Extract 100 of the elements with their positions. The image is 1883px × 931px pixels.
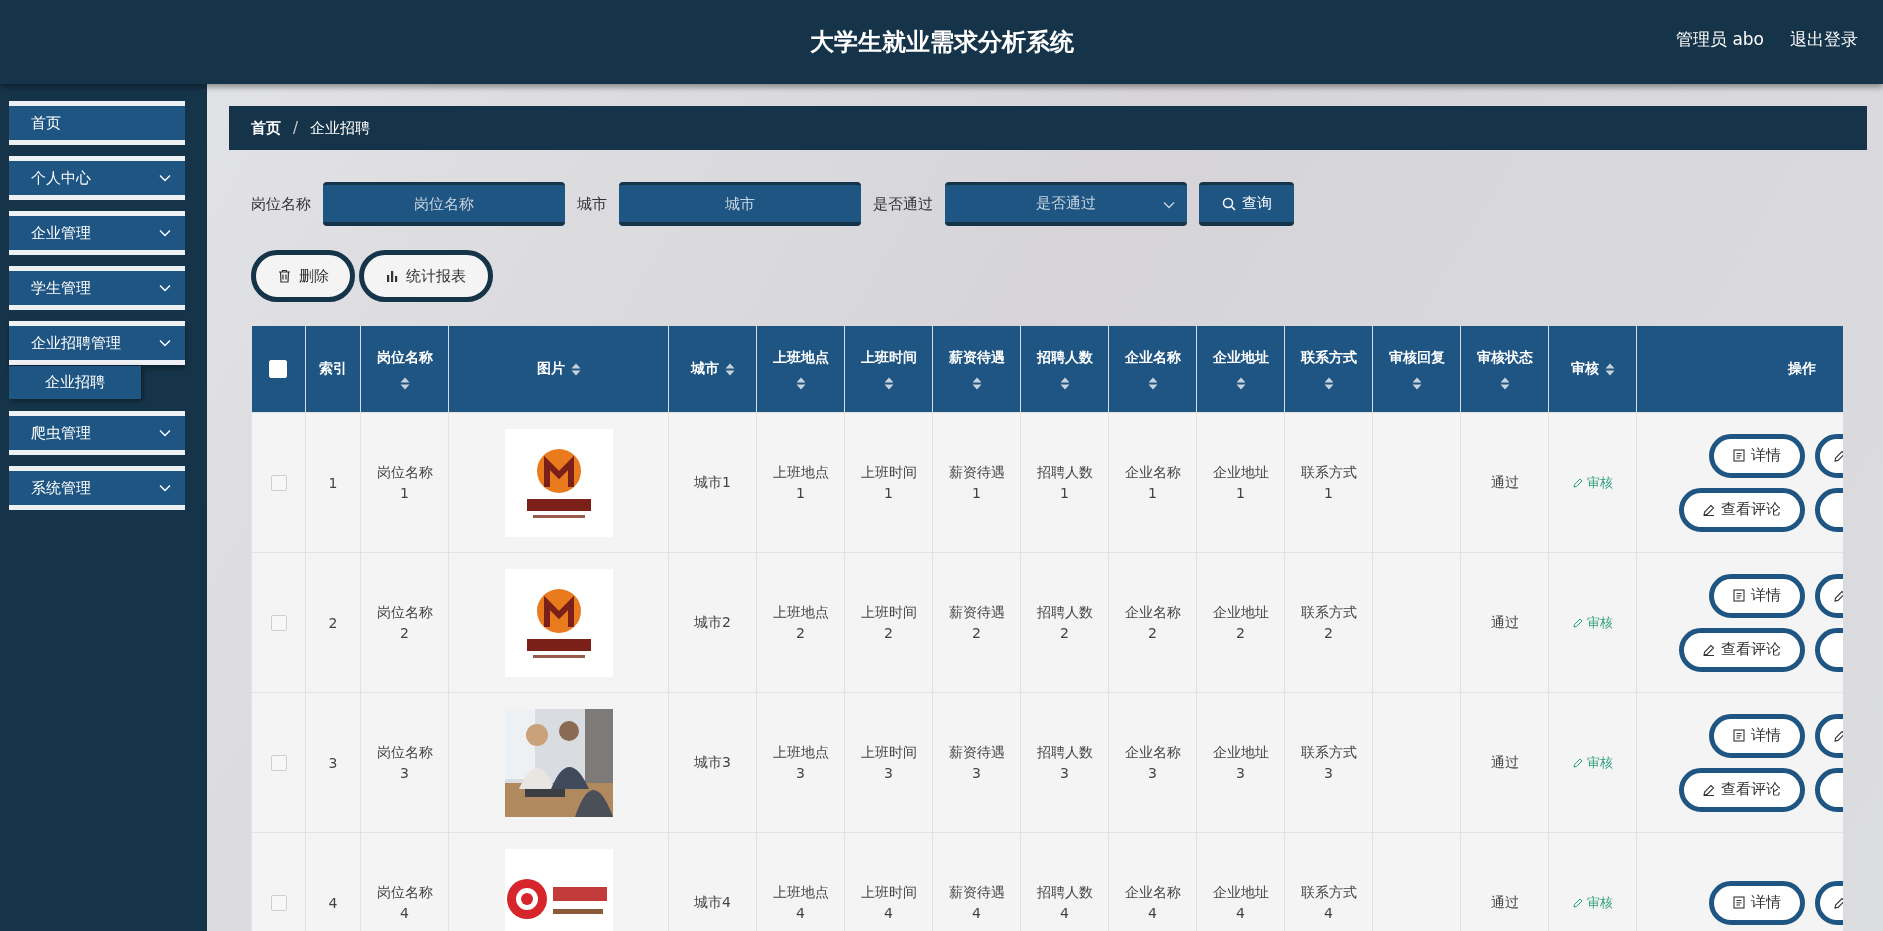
trash-icon — [277, 269, 291, 283]
sort-icon[interactable] — [1411, 376, 1422, 390]
sort-icon[interactable] — [971, 376, 982, 390]
sidebar-item[interactable]: 爬虫管理 — [9, 411, 185, 455]
sidebar-item[interactable]: 企业管理 — [9, 211, 185, 255]
column-header: 审核回复 — [1388, 348, 1445, 367]
input-field[interactable]: 岗位名称 — [323, 182, 565, 226]
search-button[interactable]: 查询 — [1199, 182, 1294, 226]
table-cell: 联系方式1 — [1284, 412, 1373, 553]
column-header: 招聘人数 — [1036, 348, 1093, 367]
chevron-icon — [159, 429, 171, 437]
row-checkbox[interactable] — [270, 475, 287, 491]
document-icon — [1733, 449, 1745, 462]
select-all-checkbox[interactable] — [269, 360, 288, 378]
sort-icon[interactable] — [1499, 376, 1510, 390]
pencil-icon — [1834, 896, 1843, 909]
pencil-icon — [1572, 897, 1583, 908]
table-cell: 上班地点2 — [756, 552, 845, 693]
pencil-icon — [1703, 783, 1715, 796]
sort-icon[interactable] — [1235, 376, 1246, 390]
pencil-icon — [1834, 449, 1843, 462]
sidebar-item[interactable]: 个人中心 — [9, 156, 185, 200]
column-header: 索引 — [319, 360, 347, 378]
table-cell: 薪资待遇2 — [932, 552, 1021, 693]
table-cell: 上班时间1 — [844, 412, 933, 553]
chevron-icon — [1163, 201, 1175, 209]
sort-icon[interactable] — [399, 376, 410, 390]
sidebar-subitem[interactable]: 企业招聘 — [9, 366, 141, 399]
input-field[interactable]: 城市 — [619, 182, 861, 226]
breadcrumb-link[interactable]: 企业招聘 — [310, 118, 371, 138]
sort-icon[interactable] — [724, 362, 735, 376]
table-cell: 岗位名称3 — [360, 692, 449, 833]
sidebar-item[interactable]: 系统管理 — [9, 466, 185, 510]
column-header: 城市 — [690, 360, 719, 378]
bar-chart-icon — [386, 270, 398, 282]
breadcrumb-link[interactable]: 首页 — [251, 118, 281, 138]
table-cell: 上班时间4 — [844, 832, 933, 931]
column-header: 审核 — [1570, 360, 1599, 378]
sidebar-item[interactable]: 学生管理 — [9, 266, 185, 310]
details-button[interactable]: 详情 — [1709, 433, 1805, 478]
pencil-icon — [1572, 757, 1583, 768]
table-cell: 通过 — [1460, 832, 1549, 931]
column-header: 薪资待遇 — [948, 348, 1005, 367]
column-header: 企业地址 — [1212, 348, 1269, 367]
row-checkbox[interactable] — [270, 895, 287, 911]
details-button[interactable]: 详情 — [1709, 573, 1805, 618]
chevron-icon — [159, 174, 171, 182]
row-checkbox[interactable] — [270, 755, 287, 771]
document-icon — [1733, 589, 1745, 602]
logout-link[interactable]: 退出登录 — [1790, 28, 1858, 51]
comments-button[interactable]: 查看评论 — [1679, 487, 1805, 532]
sort-icon[interactable] — [570, 362, 581, 376]
chevron-icon — [159, 284, 171, 292]
pencil-icon — [1834, 729, 1843, 742]
row-checkbox[interactable] — [270, 615, 287, 631]
sort-icon[interactable] — [795, 376, 806, 390]
table-cell: 薪资待遇1 — [932, 412, 1021, 553]
pencil-icon — [1572, 477, 1583, 488]
comments-button[interactable]: 查看评论 — [1679, 767, 1805, 812]
details-button[interactable]: 详情 — [1709, 713, 1805, 758]
field-label: 岗位名称 — [251, 194, 311, 214]
column-header: 审核状态 — [1476, 348, 1533, 367]
table-cell: 联系方式3 — [1284, 692, 1373, 833]
sort-icon[interactable] — [1147, 376, 1158, 390]
table-cell: 3 — [305, 692, 361, 833]
field-label: 城市 — [577, 194, 607, 214]
table-cell: 1 — [305, 412, 361, 553]
table-cell: 岗位名称2 — [360, 552, 449, 693]
field-label: 是否通过 — [873, 194, 933, 214]
pencil-icon — [1572, 617, 1583, 628]
comments-button[interactable]: 查看评论 — [1679, 627, 1805, 672]
sidebar-item[interactable]: 首页 — [9, 101, 185, 145]
table-cell: 上班地点4 — [756, 832, 845, 931]
sidebar-item[interactable]: 企业招聘管理 — [9, 321, 185, 365]
table-cell: 上班地点3 — [756, 692, 845, 833]
table-cell: 招聘人数3 — [1020, 692, 1109, 833]
table-cell: 企业名称3 — [1108, 692, 1197, 833]
document-icon — [1733, 729, 1745, 742]
document-icon — [1733, 896, 1745, 909]
sort-icon[interactable] — [883, 376, 894, 390]
table-cell: 联系方式2 — [1284, 552, 1373, 693]
column-header: 上班时间 — [860, 348, 917, 367]
report-button[interactable]: 统计报表 — [359, 250, 493, 302]
table-cell: 2 — [305, 552, 361, 693]
column-header: 上班地点 — [772, 348, 829, 367]
table-cell: 企业名称4 — [1108, 832, 1197, 931]
table-cell: 通过 — [1460, 552, 1549, 693]
select-field[interactable]: 是否通过 — [945, 182, 1187, 226]
details-button[interactable]: 详情 — [1709, 880, 1805, 925]
table-cell: 联系方式4 — [1284, 832, 1373, 931]
table-cell: 4 — [305, 832, 361, 931]
table-cell: 岗位名称1 — [360, 412, 449, 553]
sort-icon[interactable] — [1323, 376, 1334, 390]
table-cell: 通过 — [1460, 412, 1549, 553]
sort-icon[interactable] — [1059, 376, 1070, 390]
sort-icon[interactable] — [1604, 362, 1615, 376]
pencil-icon — [1703, 643, 1715, 656]
table-cell: 招聘人数1 — [1020, 412, 1109, 553]
delete-button[interactable]: 删除 — [251, 250, 355, 302]
column-header: 操作 — [1787, 360, 1816, 378]
